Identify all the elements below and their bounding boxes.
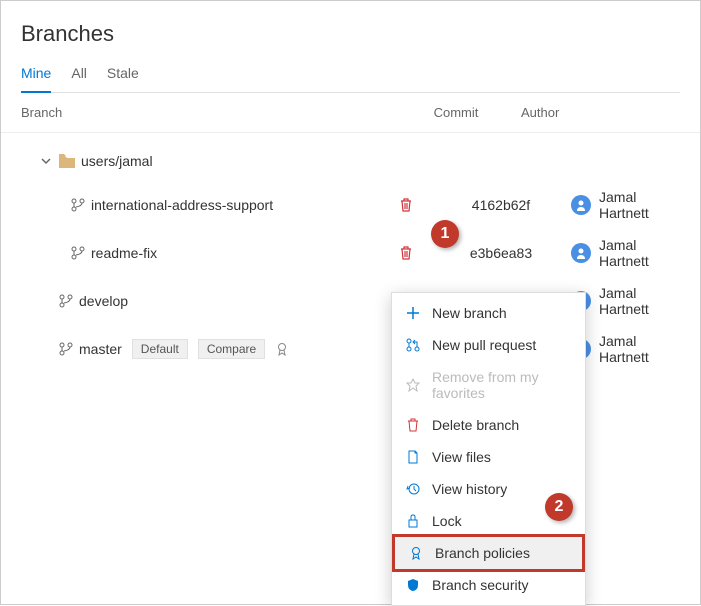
menu-label: View files [432,449,491,465]
branch-icon [59,342,73,356]
menu-delete-branch[interactable]: Delete branch [392,409,585,441]
branch-name: readme-fix [91,245,157,261]
branch-name: international-address-support [91,197,273,213]
menu-new-branch[interactable]: New branch [392,297,585,329]
file-icon [406,450,422,464]
author-name: Jamal Hartnett [599,237,680,269]
chevron-down-icon [41,156,53,166]
spacer [421,193,451,217]
delete-button[interactable] [391,198,421,212]
folder-icon [59,154,75,168]
menu-label: Branch security [432,577,528,593]
table-header: Branch Commit Author [1,93,700,133]
branch-name: master [79,341,122,357]
callout-1: 1 [431,220,459,248]
delete-button[interactable] [391,246,421,260]
medal-icon [409,546,425,560]
branch-name: develop [79,293,128,309]
star-icon [406,378,422,392]
lock-icon [406,514,422,528]
branch-icon [59,294,73,308]
pull-request-icon [406,338,422,352]
tabs: Mine All Stale [21,65,680,93]
folder-name: users/jamal [81,153,153,169]
avatar [571,243,591,263]
col-commit: Commit [391,105,521,120]
menu-remove-favorite: Remove from my favorites [392,361,585,409]
menu-branch-policies[interactable]: Branch policies [392,534,585,572]
callout-2: 2 [545,493,573,521]
col-branch: Branch [21,105,391,120]
compare-badge: Compare [198,339,265,359]
page-title: Branches [21,21,680,47]
context-menu: New branch New pull request Remove from … [391,292,586,606]
menu-label: Remove from my favorites [432,369,571,401]
tab-all[interactable]: All [71,65,87,92]
menu-new-pr[interactable]: New pull request [392,329,585,361]
commit-hash[interactable]: 4162b62f [451,197,551,213]
avatar [571,195,591,215]
menu-label: Delete branch [432,417,519,433]
table-row[interactable]: readme-fix e3b6ea83 Jamal Hartnett [1,229,700,277]
menu-label: New branch [432,305,507,321]
branch-icon [71,198,85,212]
shield-icon [406,578,422,592]
author-name: Jamal Hartnett [599,333,680,365]
table-row[interactable]: develop bdd18e Jamal Hartnett [1,277,700,325]
menu-label: Branch policies [435,545,530,561]
menu-view-files[interactable]: View files [392,441,585,473]
menu-label: Lock [432,513,462,529]
menu-label: New pull request [432,337,536,353]
menu-label: View history [432,481,507,497]
commit-hash[interactable]: e3b6ea83 [451,245,551,261]
history-icon [406,482,422,496]
tab-mine[interactable]: Mine [21,65,51,93]
branch-icon [71,246,85,260]
table-row[interactable]: international-address-support 4162b62f J… [1,181,700,229]
author-name: Jamal Hartnett [599,285,680,317]
plus-icon [406,306,422,320]
tab-stale[interactable]: Stale [107,65,139,92]
menu-branch-security[interactable]: Branch security [392,569,585,601]
col-author: Author [521,105,680,120]
table-row[interactable]: master Default Compare 4162b62f Jamal Ha… [1,325,700,373]
medal-icon [275,342,289,356]
folder-row[interactable]: users/jamal [1,141,700,181]
default-badge: Default [132,339,188,359]
author-name: Jamal Hartnett [599,189,680,221]
trash-icon [406,418,422,432]
